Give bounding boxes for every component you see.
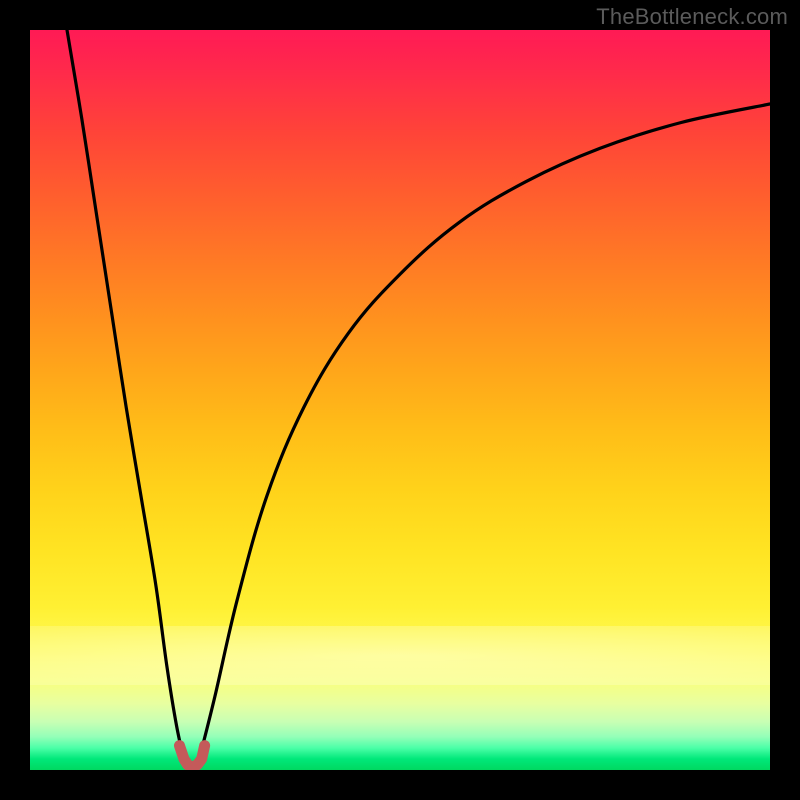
plot-area (30, 30, 770, 770)
curve-right-branch (200, 104, 770, 755)
curve-left-branch (67, 30, 185, 766)
valley-marker (179, 746, 204, 767)
curve-layer (30, 30, 770, 770)
chart-frame: TheBottleneck.com (0, 0, 800, 800)
watermark-text: TheBottleneck.com (596, 4, 788, 30)
